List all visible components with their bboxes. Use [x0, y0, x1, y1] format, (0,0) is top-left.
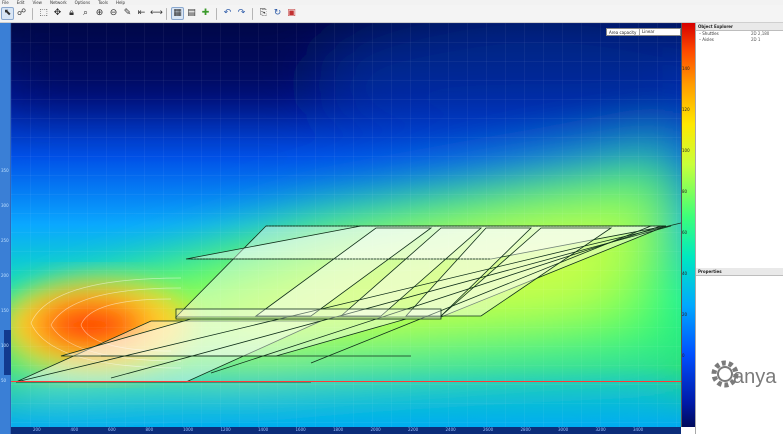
select-icon[interactable]: ⬉ — [1, 7, 14, 20]
zoom-out-icon[interactable]: ⊖ — [108, 8, 119, 19]
refresh-icon[interactable]: ↻ — [272, 8, 283, 19]
item-value: 2D 1 — [751, 37, 761, 42]
properties-panel: Properties — [696, 268, 783, 276]
x-tick-label: 600 — [108, 427, 116, 432]
left-tick-label: 150 — [1, 308, 9, 313]
left-tick-label: 300 — [1, 203, 9, 208]
object-explorer-list: – Shuttles 2D 2,180– Aisles 2D 1 — [696, 31, 783, 43]
x-tick-label: 3000 — [558, 427, 569, 432]
color-scale-tick-label: 40 — [682, 271, 688, 276]
display-option-value[interactable]: Linear — [639, 29, 680, 35]
left-tick-label: 100 — [1, 343, 9, 348]
anya-logo: anya — [711, 360, 777, 388]
graph-icon[interactable]: ▦ — [171, 7, 184, 20]
toolbar-separator — [166, 7, 167, 20]
display-option-label: Area capacity — [609, 29, 637, 35]
color-scale-tick-label: 80 — [682, 189, 688, 194]
item-name: – Aisles — [699, 37, 714, 42]
display-option-dropdown[interactable]: Area capacity Linear — [606, 28, 681, 36]
heatmap-plot[interactable] — [11, 23, 681, 427]
color-scale-tick-label: 0 — [682, 353, 685, 358]
left-tick-label: 350 — [1, 168, 9, 173]
x-tick-label: 2000 — [370, 427, 381, 432]
x-tick-label: 200 — [33, 427, 41, 432]
pencil-icon[interactable]: ✎ — [122, 8, 133, 19]
x-tick-label: 2600 — [483, 427, 494, 432]
x-tick-label: 1000 — [183, 427, 194, 432]
cursor-line — [11, 381, 681, 382]
color-scale-tick-label: 20 — [682, 312, 688, 317]
x-tick-label: 1400 — [258, 427, 269, 432]
left-axis-bar — [0, 23, 11, 434]
chart-icon[interactable]: ▤ — [186, 8, 197, 19]
back-icon[interactable]: ⇤ — [136, 8, 147, 19]
zoom-fit-icon[interactable]: ⌕ — [80, 8, 91, 19]
x-tick-label: 400 — [70, 427, 79, 432]
zoom-in-icon[interactable]: ⊕ — [94, 8, 105, 19]
x-tick-label: 2800 — [520, 427, 531, 432]
left-tick-label: 250 — [1, 238, 9, 243]
color-scale-tick-label: 60 — [682, 230, 688, 235]
scroll-handle[interactable] — [4, 330, 11, 375]
measure-icon[interactable]: ⟷ — [150, 8, 163, 19]
zoom-region-icon[interactable]: ⬚ — [38, 8, 49, 19]
x-tick-label: 3400 — [633, 427, 644, 432]
export-icon[interactable]: ⎘ — [258, 8, 269, 19]
network-icon[interactable]: ☍ — [16, 8, 27, 19]
heatmap-canvas[interactable] — [11, 23, 681, 427]
left-tick-label: 50 — [1, 378, 7, 383]
color-scale-tick-label: 100 — [682, 148, 690, 153]
toolbar-separator — [252, 7, 253, 20]
x-tick-label: 2400 — [445, 427, 456, 432]
toolbar-separator — [32, 7, 33, 20]
brand-text: anya — [733, 366, 777, 388]
color-scale-tick-label: 140 — [682, 66, 690, 71]
pan-icon[interactable]: ✥ — [52, 8, 63, 19]
properties-title: Properties — [696, 268, 783, 276]
x-axis: 200 400 600 800 1000 1200 1400 1600 1800 2000 2200… — [11, 427, 681, 434]
undo-icon[interactable]: ↶ — [222, 8, 233, 19]
object-explorer-title: Object Explorer — [696, 23, 783, 31]
x-tick-label: 1600 — [295, 427, 306, 432]
add-node-icon[interactable]: ✚ — [200, 8, 211, 19]
redo-icon[interactable]: ↷ — [236, 8, 247, 19]
x-tick-label: 800 — [145, 427, 154, 432]
x-tick-label: 2200 — [408, 427, 419, 432]
lock-icon[interactable]: 🔒︎ — [66, 8, 77, 19]
x-tick-label: 1200 — [220, 427, 231, 432]
color-scale-bar — [681, 23, 695, 427]
toolbar: ⬉ ☍ ⬚ ✥ 🔒︎ ⌕ ⊕ ⊖ ✎ ⇤ ⟷ ▦ ▤ ✚ ↶ ↷ ⎘ ↻ ▣ — [0, 5, 783, 23]
left-tick-label: 200 — [1, 273, 9, 278]
toolbar-separator — [216, 7, 217, 20]
x-tick-label: 1800 — [333, 427, 344, 432]
x-tick-label: 3200 — [595, 427, 606, 432]
color-map-icon[interactable]: ▣ — [286, 8, 297, 19]
object-explorer-item[interactable]: – Aisles 2D 1 — [696, 37, 783, 43]
color-scale-tick-label: 120 — [682, 107, 690, 112]
